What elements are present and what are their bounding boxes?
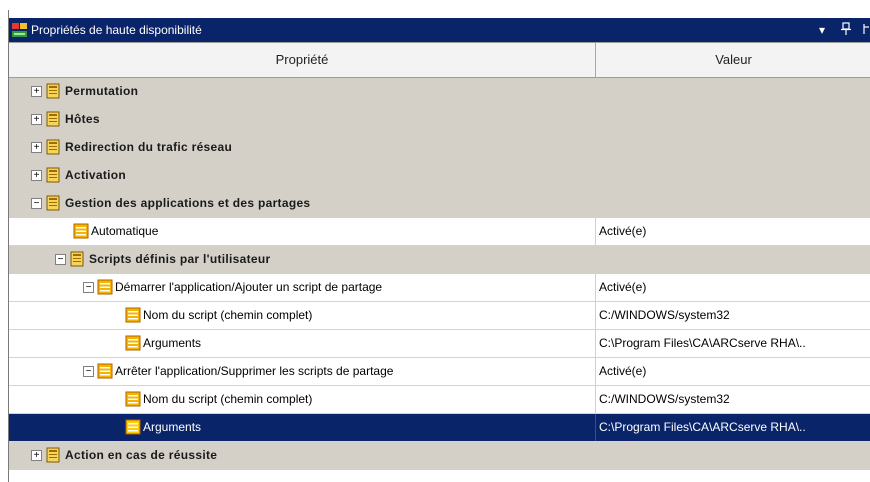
row-label: Démarrer l'application/Ajouter un script…: [115, 280, 383, 294]
book-icon: [46, 167, 60, 183]
row-label: Arguments: [143, 336, 202, 350]
panel-title-bar: Propriétés de haute disponibilité ▾: [9, 18, 870, 42]
plus-box-icon[interactable]: +: [31, 450, 42, 461]
row-value[interactable]: Activé(e): [596, 358, 870, 385]
book-icon: [46, 195, 60, 211]
property-row-nom-script-stop[interactable]: Nom du script (chemin complet) C:/WINDOW…: [9, 386, 870, 414]
property-icon: [97, 363, 113, 379]
property-row-nom-script-start[interactable]: Nom du script (chemin complet) C:/WINDOW…: [9, 302, 870, 330]
row-name-cell: Arguments: [9, 330, 596, 357]
row-name-cell: Nom du script (chemin complet): [9, 302, 596, 329]
book-icon: [70, 251, 84, 267]
column-header-value[interactable]: Valeur: [596, 43, 870, 77]
row-name-cell: − Arrêter l'application/Supprimer les sc…: [9, 358, 596, 385]
row-label: Permutation: [65, 84, 139, 98]
grid-header: Propriété Valeur: [9, 42, 870, 78]
property-icon: [125, 391, 141, 407]
property-row-arguments-stop-selected[interactable]: Arguments C:\Program Files\CA\ARCserve R…: [9, 414, 870, 442]
property-row-arreter-application[interactable]: − Arrêter l'application/Supprimer les sc…: [9, 358, 870, 386]
property-icon: [125, 307, 141, 323]
row-name-cell: + Activation: [9, 162, 870, 189]
row-name-cell: − Gestion des applications et des partag…: [9, 190, 870, 217]
row-name-cell: Nom du script (chemin complet): [9, 386, 596, 413]
row-label: Automatique: [91, 224, 159, 238]
row-name-cell: − Démarrer l'application/Ajouter un scri…: [9, 274, 596, 301]
book-icon: [46, 111, 60, 127]
row-label: Scripts définis par l'utilisateur: [89, 252, 271, 266]
row-name-cell: − Scripts définis par l'utilisateur: [9, 246, 870, 273]
row-label: Activation: [65, 168, 127, 182]
plus-box-icon[interactable]: +: [31, 170, 42, 181]
row-value[interactable]: Activé(e): [596, 218, 870, 245]
property-row-demarrer-application[interactable]: − Démarrer l'application/Ajouter un scri…: [9, 274, 870, 302]
row-name-cell: Automatique: [9, 218, 596, 245]
category-row-gestion-applications[interactable]: − Gestion des applications et des partag…: [9, 190, 870, 218]
category-row-activation[interactable]: + Activation: [9, 162, 870, 190]
row-label: Redirection du trafic réseau: [65, 140, 233, 154]
column-header-property[interactable]: Propriété: [9, 43, 596, 77]
close-icon[interactable]: [861, 22, 869, 40]
plus-box-icon[interactable]: +: [31, 86, 42, 97]
property-row-arguments-start[interactable]: Arguments C:\Program Files\CA\ARCserve R…: [9, 330, 870, 358]
row-label: Hôtes: [65, 112, 100, 126]
plus-box-icon[interactable]: +: [31, 142, 42, 153]
minus-box-icon[interactable]: −: [83, 282, 94, 293]
row-name-cell: Arguments: [9, 414, 596, 441]
row-value[interactable]: C:\Program Files\CA\ARCserve RHA\..: [596, 414, 870, 441]
minus-box-icon[interactable]: −: [55, 254, 66, 265]
row-label: Nom du script (chemin complet): [143, 308, 313, 322]
row-name-cell: + Redirection du trafic réseau: [9, 134, 870, 161]
app-icon: [12, 23, 27, 37]
property-icon: [125, 419, 141, 435]
grid-rows: + Permutation + Hôtes + Redirection du t…: [9, 78, 870, 470]
row-name-cell: + Permutation: [9, 78, 870, 105]
property-icon: [73, 223, 89, 239]
minus-box-icon[interactable]: −: [83, 366, 94, 377]
book-icon: [46, 83, 60, 99]
row-label: Arguments: [143, 420, 202, 434]
row-name-cell: + Action en cas de réussite: [9, 442, 870, 469]
property-row-automatique[interactable]: Automatique Activé(e): [9, 218, 870, 246]
property-icon: [125, 335, 141, 351]
category-row-scripts-utilisateur[interactable]: − Scripts définis par l'utilisateur: [9, 246, 870, 274]
properties-panel: Propriétés de haute disponibilité ▾ Prop…: [8, 10, 870, 482]
category-row-hotes[interactable]: + Hôtes: [9, 106, 870, 134]
category-row-redirection[interactable]: + Redirection du trafic réseau: [9, 134, 870, 162]
row-value[interactable]: C:/WINDOWS/system32: [596, 302, 870, 329]
property-icon: [97, 279, 113, 295]
book-icon: [46, 447, 60, 463]
row-label: Action en cas de réussite: [65, 448, 218, 462]
book-icon: [46, 139, 60, 155]
row-value[interactable]: C:/WINDOWS/system32: [596, 386, 870, 413]
pin-icon[interactable]: [841, 22, 851, 40]
panel-title: Propriétés de haute disponibilité: [31, 23, 202, 37]
row-label: Arrêter l'application/Supprimer les scri…: [115, 364, 394, 378]
row-value[interactable]: Activé(e): [596, 274, 870, 301]
row-value[interactable]: C:\Program Files\CA\ARCserve RHA\..: [596, 330, 870, 357]
plus-box-icon[interactable]: +: [31, 114, 42, 125]
minus-box-icon[interactable]: −: [31, 198, 42, 209]
row-label: Gestion des applications et des partages: [65, 196, 311, 210]
panel-dropdown-button[interactable]: ▾: [819, 22, 825, 38]
property-grid: Propriété Valeur + Permutation + Hôtes +…: [9, 42, 870, 470]
row-name-cell: + Hôtes: [9, 106, 870, 133]
category-row-permutation[interactable]: + Permutation: [9, 78, 870, 106]
category-row-action-reussite[interactable]: + Action en cas de réussite: [9, 442, 870, 470]
row-label: Nom du script (chemin complet): [143, 392, 313, 406]
